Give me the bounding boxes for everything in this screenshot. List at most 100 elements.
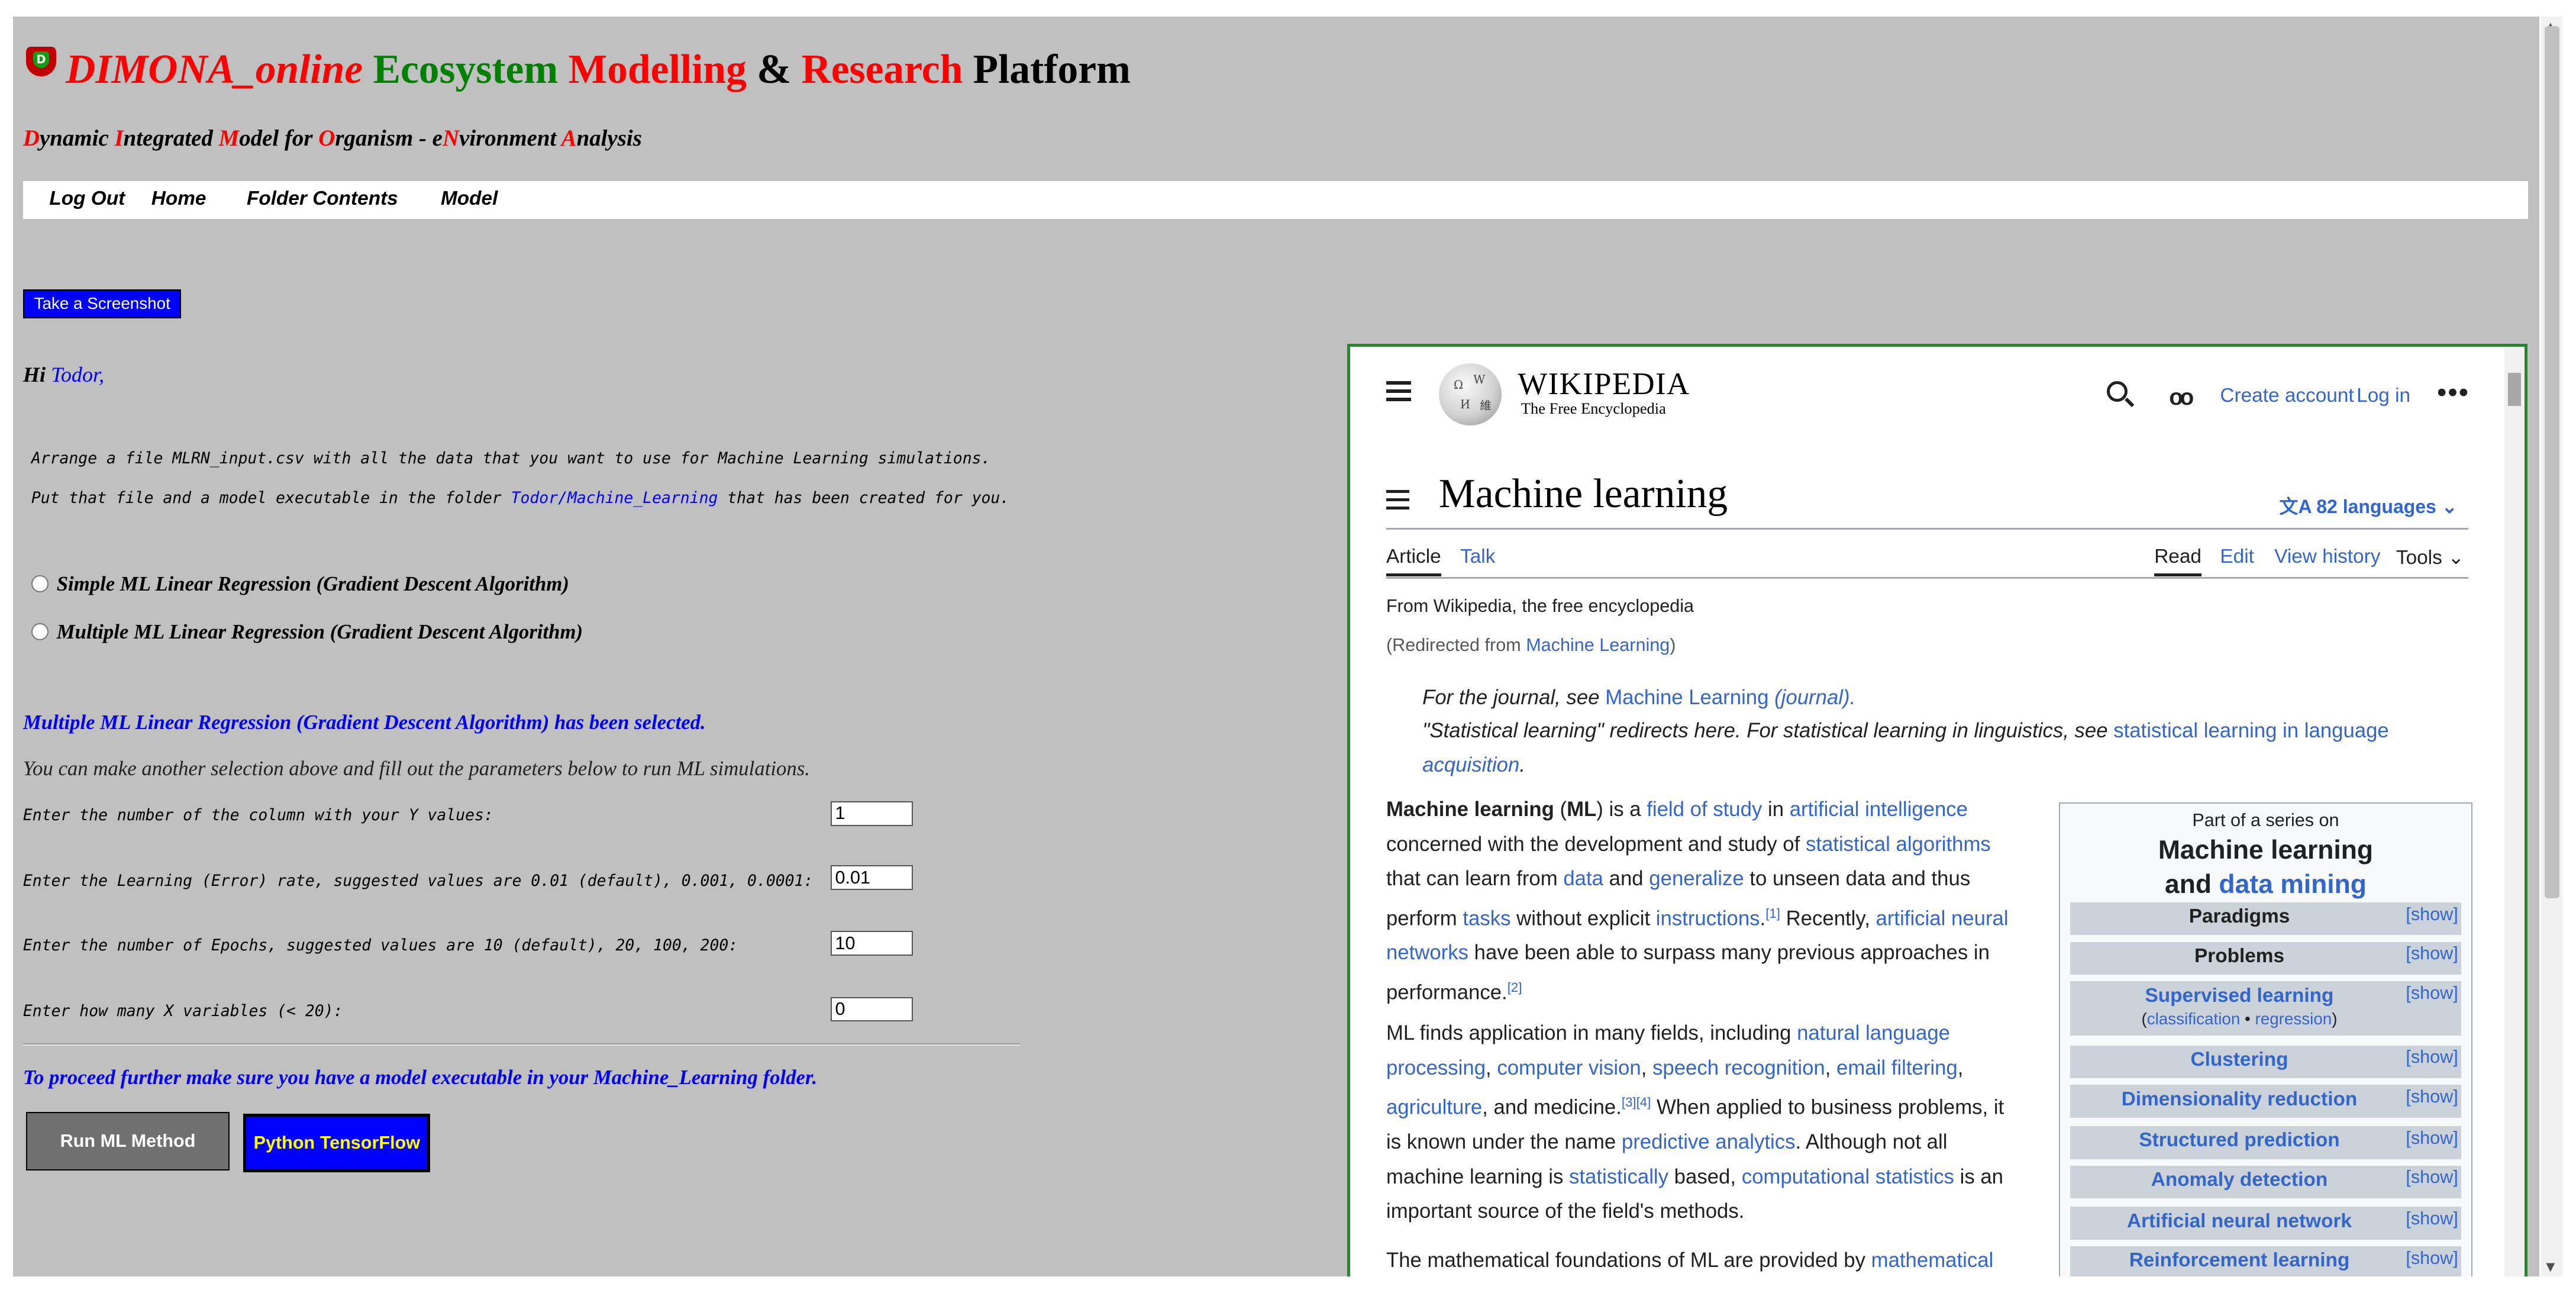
article-link[interactable]: artificial neural [1876,907,2009,930]
article-link[interactable]: computer vision [1497,1057,1641,1079]
wikipedia-globe-logo[interactable]: ΩWИ維 [1438,363,1502,426]
page-scrollbar[interactable]: ▲ ▼ [2541,16,2563,1277]
infobox-row-label[interactable]: Reinforcement learning [2070,1249,2409,1272]
article-link[interactable]: generalize [1649,868,1744,890]
article-link[interactable]: [3][4] [1622,1095,1651,1110]
article-text: Machine learning [1386,798,1554,821]
menu-model[interactable]: Model [441,188,498,210]
article-link[interactable]: statistical algorithms [1806,833,1991,856]
article-link[interactable]: processing [1386,1057,1486,1079]
folder-link[interactable]: Todor/Machine_Learning [511,489,718,507]
article-link[interactable]: agriculture [1386,1097,1482,1119]
more-options-icon[interactable]: ••• [2437,378,2470,408]
main-menu-icon[interactable] [1386,381,1411,406]
infobox-show-toggle[interactable]: [show] [2406,1128,2458,1148]
scrollbar-thumb[interactable] [2544,26,2559,898]
infobox-row-label[interactable]: Structured prediction [2070,1129,2409,1152]
search-icon[interactable] [2106,381,2128,402]
article-link[interactable]: [1] [1765,906,1780,921]
run-ml-method-button[interactable]: Run ML Method [26,1112,230,1171]
infobox-row-dimensionality-reduction[interactable]: Dimensionality reduction [show] [2070,1085,2462,1118]
article-link[interactable]: speech recognition [1652,1057,1825,1079]
infobox-show-toggle[interactable]: [show] [2406,1208,2458,1228]
x-variables-input[interactable] [830,997,913,1022]
infobox-row-problems[interactable]: Problems [show] [2070,941,2462,975]
article-text: machine learning is [1386,1165,1570,1188]
infobox-row-label[interactable]: Paradigms [2070,905,2409,928]
appearance-icon[interactable]: oo [2169,385,2194,411]
infobox-show-toggle[interactable]: [show] [2406,1086,2458,1107]
create-account-link[interactable]: Create account [2220,385,2354,407]
article-text: , [1486,1056,1497,1079]
infobox-row-label[interactable]: Clustering [2070,1049,2409,1071]
infobox-row-anomaly-detection[interactable]: Anomaly detection [show] [2070,1165,2462,1199]
article-link[interactable]: statistically [1569,1166,1668,1188]
take-screenshot-button[interactable]: Take a Screenshot [22,289,182,318]
article-text: have been able to surpass many previous … [1468,941,1990,965]
infobox-row-artificial-neural-network[interactable]: Artificial neural network [show] [2070,1207,2462,1240]
option-simple-ml[interactable]: Simple ML Linear Regression (Gradient De… [31,572,569,596]
y-column-input[interactable] [830,801,913,826]
log-in-link[interactable]: Log in [2357,385,2410,407]
redirect-link[interactable]: Machine Learning [1526,635,1670,655]
radio-simple-ml[interactable] [31,575,49,593]
infobox-row-paradigms[interactable]: Paradigms [show] [2070,902,2462,936]
journal-link[interactable]: Machine Learning [1605,686,1768,709]
epochs-input[interactable] [830,931,913,956]
article-link[interactable]: data [1563,868,1603,890]
radio-multiple-ml[interactable] [31,623,49,640]
learning-rate-input[interactable] [830,865,913,890]
article-link[interactable]: computational statistics [1742,1166,1954,1188]
infobox-row-clustering[interactable]: Clustering [show] [2070,1045,2462,1079]
infobox-row-label[interactable]: Supervised learning [2070,985,2409,1007]
infobox-show-toggle[interactable]: [show] [2406,1047,2458,1067]
article-link[interactable]: artificial intelligence [1790,798,1968,821]
tab-edit[interactable]: Edit [2220,546,2254,568]
infobox-show-toggle[interactable]: [show] [2406,983,2458,1003]
option-multiple-ml[interactable]: Multiple ML Linear Regression (Gradient … [31,620,583,644]
tools-menu[interactable]: Tools ⌄ [2396,546,2464,569]
table-of-contents-icon[interactable] [1386,489,1409,515]
tab-article[interactable]: Article [1386,546,1441,577]
dimona-logo-icon: D [26,46,56,76]
infobox-row-label[interactable]: Problems [2070,945,2409,968]
python-tensorflow-button[interactable]: Python TensorFlow [243,1114,431,1172]
article-link[interactable]: instructions [1656,907,1760,930]
article-link[interactable]: tasks [1463,907,1510,930]
infobox-show-toggle[interactable]: [show] [2406,1248,2458,1268]
intro-paragraph: Machine learning (ML) is a field of stud… [1386,792,2009,1010]
article-text: in [1762,798,1790,821]
wikipedia-wordmark[interactable]: WIKIPEDIA [1518,366,1690,402]
infobox-show-toggle[interactable]: [show] [2406,943,2458,963]
title-modelling: Modelling [568,46,747,92]
frame-scrollbar[interactable] [2504,347,2525,1277]
infobox-show-toggle[interactable]: [show] [2406,904,2458,924]
article-link[interactable]: [2] [1507,980,1522,995]
scroll-down-icon[interactable]: ▼ [2546,1260,2555,1273]
infobox-row-label[interactable]: Artificial neural network [2070,1210,2409,1233]
article-link[interactable]: natural language [1797,1022,1950,1044]
menu-folder-contents[interactable]: Folder Contents [247,188,398,210]
article-link[interactable]: field of study [1647,798,1762,821]
selected-message: Multiple ML Linear Regression (Gradient … [22,710,706,734]
menu-home[interactable]: Home [151,188,206,210]
article-text: perform [1386,907,1463,930]
tab-read[interactable]: Read [2154,546,2201,577]
infobox-row-label[interactable]: Anomaly detection [2070,1169,2409,1191]
menu-log-out[interactable]: Log Out [49,188,125,210]
tab-talk[interactable]: Talk [1460,546,1495,568]
infobox-show-toggle[interactable]: [show] [2406,1167,2458,1187]
proceed-note: To proceed further make sure you have a … [22,1066,818,1089]
infobox-row-supervised-learning[interactable]: Supervised learning [show] (classification… [2070,981,2462,1036]
infobox-row-label[interactable]: Dimensionality reduction [2070,1088,2409,1111]
article-link[interactable]: networks [1386,941,1468,964]
article-link[interactable]: predictive analytics [1622,1131,1796,1153]
tab-view-history[interactable]: View history [2274,546,2380,568]
infobox-row-structured-prediction[interactable]: Structured prediction [show] [2070,1126,2462,1159]
supervised-subtypes: (classification • regression) [2141,1009,2338,1028]
languages-button[interactable]: 文A 82 languages ⌄ [2280,492,2458,519]
infobox-row-reinforcement-learning[interactable]: Reinforcement learning [show] [2070,1246,2462,1277]
article-link[interactable]: email filtering [1836,1057,1958,1079]
statistical-learning-link[interactable]: statistical learning in language [2113,720,2389,742]
page-title: D DIMONA_online Ecosystem Modelling & Res… [26,46,1131,93]
